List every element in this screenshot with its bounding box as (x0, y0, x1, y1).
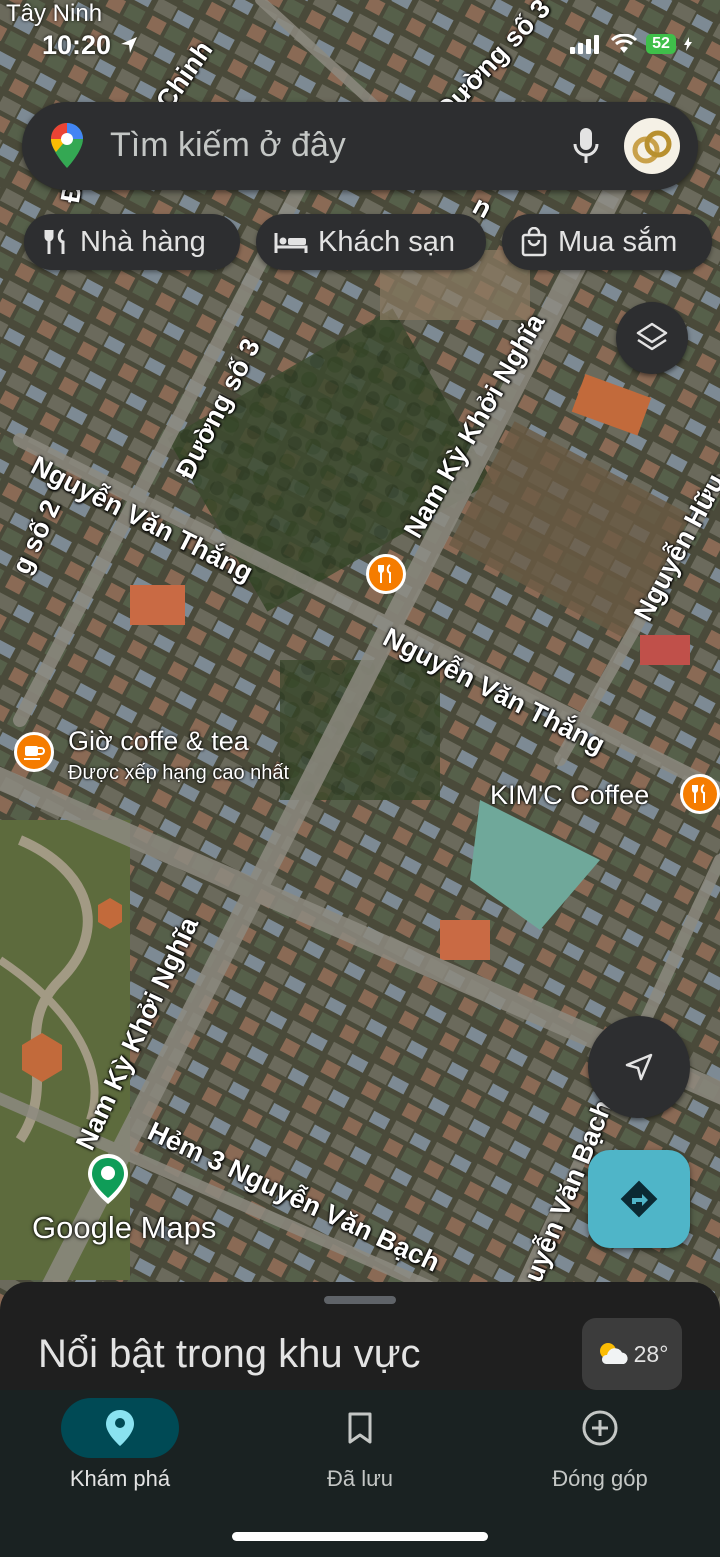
poi-subtitle: Được xếp hạng cao nhất (68, 762, 290, 784)
sheet-drag-handle[interactable] (324, 1296, 396, 1304)
charging-bolt-icon (684, 37, 692, 51)
category-chips: Nhà hàng Khách sạn Mua sắm (0, 214, 720, 270)
location-pin-icon (106, 1410, 134, 1446)
wedding-rings-icon (632, 130, 672, 164)
weather-badge[interactable]: 28° (582, 1318, 682, 1390)
sheet-title: Nổi bật trong khu vực (38, 1332, 421, 1376)
microphone-icon[interactable] (570, 126, 602, 171)
shopping-bag-icon (521, 227, 547, 257)
poi-name[interactable]: KIM'C Coffee (490, 780, 649, 811)
map-layers-button[interactable] (616, 302, 688, 374)
bookmark-icon (348, 1412, 372, 1444)
cafe-pin[interactable] (14, 732, 54, 772)
my-location-button[interactable] (588, 1016, 690, 1118)
poi-name[interactable]: Giờ coffe & tea (68, 726, 249, 757)
back-to-app-label[interactable]: Tây Ninh (6, 0, 102, 28)
google-maps-watermark: Google Maps (32, 1210, 217, 1245)
directions-icon (620, 1180, 658, 1218)
wifi-icon (610, 34, 638, 53)
nav-label: Đã lưu (326, 1466, 394, 1491)
nav-icon-container (301, 1398, 419, 1458)
nav-contribute[interactable]: Đóng góp (480, 1390, 720, 1510)
directions-button[interactable] (588, 1150, 690, 1248)
status-icons: 52 (570, 34, 692, 54)
chip-label: Nhà hàng (80, 225, 206, 258)
nav-label: Khám phá (69, 1466, 171, 1491)
battery-level: 52 (646, 34, 676, 54)
restaurant-icon (378, 564, 391, 583)
chip-label: Mua sắm (558, 225, 678, 258)
temperature: 28° (633, 1340, 669, 1367)
status-bar: Tây Ninh 10:20 52 (0, 0, 720, 70)
google-maps-pin-icon (86, 1152, 130, 1211)
google-maps-logo-icon (50, 122, 84, 175)
partly-cloudy-icon (599, 1343, 628, 1364)
nav-active-indicator (61, 1398, 179, 1458)
coffee-cup-icon (24, 746, 45, 760)
chip-hotels[interactable]: Khách sạn (256, 214, 486, 270)
nav-saved[interactable]: Đã lưu (240, 1390, 480, 1510)
chip-label: Khách sạn (318, 225, 456, 258)
hotel-icon (274, 233, 308, 253)
add-circle-icon (582, 1410, 618, 1446)
navigation-arrow-icon (625, 1053, 653, 1081)
clock: 10:20 (42, 30, 139, 61)
chip-restaurants[interactable]: Nhà hàng (24, 214, 240, 270)
search-placeholder[interactable]: Tìm kiếm ở đây (110, 126, 346, 165)
avatar[interactable] (624, 118, 680, 174)
clock-time: 10:20 (42, 30, 112, 60)
restaurant-pin[interactable] (366, 554, 406, 594)
search-bar[interactable]: Tìm kiếm ở đây (22, 102, 698, 190)
cellular-signal-icon (570, 35, 599, 54)
location-arrow-icon (120, 37, 137, 53)
restaurant-icon (44, 228, 65, 254)
nav-label: Đóng góp (552, 1466, 648, 1491)
nav-icon-container (541, 1398, 659, 1458)
restaurant-pin[interactable] (680, 774, 720, 814)
layers-icon (636, 322, 668, 351)
restaurant-icon (692, 784, 705, 803)
nav-explore[interactable]: Khám phá (0, 1390, 240, 1510)
home-indicator[interactable] (232, 1532, 488, 1541)
chip-shopping[interactable]: Mua sắm (502, 214, 712, 270)
